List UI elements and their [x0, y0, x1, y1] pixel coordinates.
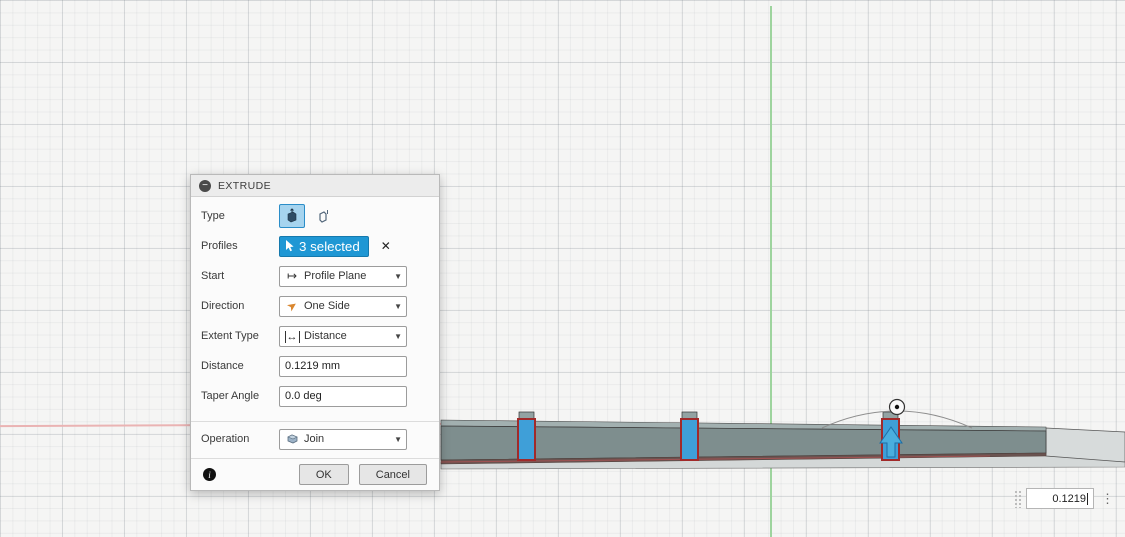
dialog-title: EXTRUDE [218, 179, 271, 192]
drag-grip-icon[interactable] [1014, 489, 1023, 508]
start-dropdown[interactable]: ↦ Profile Plane ▼ [279, 265, 407, 287]
chevron-down-icon: ▼ [394, 301, 402, 311]
row-direction: Direction ➤ One Side ▼ [191, 291, 439, 321]
taper-angle-label: Taper Angle [201, 390, 260, 402]
operation-dropdown[interactable]: Join ▼ [279, 428, 407, 450]
operation-value: Join [304, 433, 325, 445]
row-distance: Distance [191, 351, 439, 381]
modeling-canvas[interactable] [0, 0, 1125, 537]
row-operation: Operation Join ▼ [191, 424, 439, 454]
join-operation-icon [284, 432, 300, 447]
direction-value: One Side [304, 300, 350, 312]
collapse-icon[interactable]: − [199, 179, 211, 192]
start-label: Start [201, 270, 225, 282]
row-taper-angle: Taper Angle [191, 381, 439, 411]
row-start: Start ↦ Profile Plane ▼ [191, 261, 439, 291]
extent-type-dropdown[interactable]: ↔ Distance ▼ [279, 325, 407, 347]
dialog-separator [191, 421, 439, 422]
extrude-solid-icon[interactable] [279, 204, 305, 228]
chevron-down-icon: ▼ [394, 271, 402, 281]
start-value: Profile Plane [304, 270, 367, 282]
profile-plane-icon: ↦ [286, 269, 298, 283]
profiles-selection-button[interactable]: 3 selected [279, 235, 369, 257]
type-label: Type [201, 210, 225, 222]
extent-type-label: Extent Type [201, 330, 259, 342]
distance-label: Distance [201, 360, 244, 372]
row-type: Type [191, 201, 439, 231]
taper-angle-input[interactable] [279, 385, 407, 407]
cursor-icon [286, 240, 294, 252]
direction-label: Direction [201, 300, 245, 312]
distance-extent-icon: ↔ [284, 330, 300, 343]
profiles-label: Profiles [201, 240, 238, 252]
fusion-viewport-page: − EXTRUDE Type Profiles 3 selected ✕ Sta… [0, 0, 1125, 537]
dialog-footer: i OK Cancel [191, 458, 439, 490]
cancel-button[interactable]: Cancel [358, 464, 427, 485]
dialog-body: Type Profiles 3 selected ✕ Start ↦ Profi… [191, 197, 439, 454]
y-axis-line [770, 6, 772, 537]
distance-input[interactable] [279, 355, 407, 377]
profiles-count: 3 selected [299, 238, 360, 254]
extent-type-value: Distance [304, 330, 347, 342]
chevron-down-icon: ▼ [394, 434, 402, 444]
extrude-dialog: − EXTRUDE Type Profiles 3 selected ✕ Sta… [190, 174, 440, 491]
dialog-header[interactable]: − EXTRUDE [191, 175, 439, 197]
extrude-thin-icon[interactable] [310, 204, 336, 228]
operation-label: Operation [201, 433, 250, 445]
canvas-distance-group: 0.1219 ⋮ [1014, 488, 1114, 509]
one-side-icon: ➤ [283, 297, 301, 315]
info-icon[interactable]: i [203, 468, 216, 481]
row-profiles: Profiles 3 selected ✕ [191, 231, 439, 261]
chevron-down-icon: ▼ [394, 331, 402, 341]
text-caret [1087, 492, 1088, 505]
ok-button[interactable]: OK [298, 464, 349, 485]
row-extent-type: Extent Type ↔ Distance ▼ [191, 321, 439, 351]
kebab-menu-icon[interactable]: ⋮ [1101, 492, 1114, 505]
type-button-group [279, 204, 336, 228]
canvas-distance-input[interactable]: 0.1219 [1026, 488, 1094, 509]
canvas-distance-value: 0.1219 [1052, 492, 1086, 505]
clear-selection-icon[interactable]: ✕ [381, 239, 391, 253]
direction-dropdown[interactable]: ➤ One Side ▼ [279, 295, 407, 317]
